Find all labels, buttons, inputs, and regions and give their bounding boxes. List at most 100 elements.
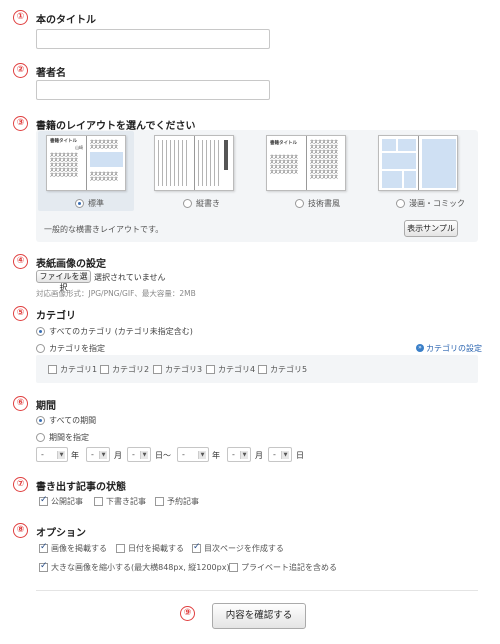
cover-hint: 対応画像形式：JPG/PNG/GIF、最大容量：2MB — [36, 289, 196, 298]
thumb-vertical-title — [224, 140, 228, 170]
thumb-title-technical: 書籍タイトル — [270, 141, 297, 146]
category-list-box: カテゴリ1 カテゴリ2 カテゴリ3 カテゴリ4 カテゴリ5 — [36, 355, 478, 383]
options-label: オプション — [36, 528, 86, 539]
thumb-sub: 山崎 — [75, 145, 83, 150]
shrink-images-label: 大きな画像を縮小する(最大横848px, 縦1200px) — [51, 563, 230, 572]
to-year-unit: 年 — [212, 451, 220, 460]
author-input[interactable] — [36, 80, 270, 100]
from-day-select[interactable]: - ▼ — [127, 447, 151, 462]
thumb-text-right: 文文文文文文文 文文文文文文文 — [90, 139, 118, 149]
thumb-image — [90, 152, 123, 167]
thumb-text-technical-left: 文文文文文文文 文文文文文文文 文文文文文文文 文文文文文文文 — [270, 154, 298, 174]
category-3-checkbox[interactable] — [153, 365, 162, 374]
thumb-text-technical-right: 文文文文文文文 文文文文文文文 文文文文文文文 文文文文文文文 文文文文文文文 … — [310, 139, 338, 179]
private-append-label: プライベート追記を含める — [241, 563, 337, 572]
panel-f — [422, 139, 456, 188]
category-all-radio[interactable] — [36, 327, 45, 336]
file-status: 選択されていません — [94, 273, 166, 282]
category-settings-link[interactable]: カテゴリの設定 — [426, 343, 482, 354]
step-badge-2: ② — [13, 63, 28, 78]
toc-label: 目次ページを作成する — [204, 544, 284, 553]
layout-label-comic: 漫画・コミック — [409, 199, 465, 208]
toc-checkbox[interactable] — [192, 542, 201, 553]
thumb-text-right-2: 文文文文文文文 文文文文文文文 — [90, 171, 118, 181]
category-5-label: カテゴリ5 — [270, 365, 308, 374]
category-2-checkbox[interactable] — [100, 365, 109, 374]
thumb-vertical-right — [198, 140, 220, 186]
published-checkbox[interactable] — [39, 495, 48, 506]
to-year-select[interactable]: - ▼ — [177, 447, 209, 462]
file-select-button[interactable]: ファイルを選択 — [36, 270, 91, 292]
author-label: 著者名 — [36, 68, 66, 79]
period-specify-radio[interactable] — [36, 433, 45, 442]
category-all-label: すべてのカテゴリ (カテゴリ未指定含む) — [49, 327, 193, 336]
period-all-radio[interactable] — [36, 416, 45, 425]
category-specify-label: カテゴリを指定 — [49, 344, 105, 353]
thumb-vertical-left — [158, 140, 190, 186]
scheduled-checkbox[interactable] — [155, 497, 164, 506]
layout-technical-thumbnail: 書籍タイトル 文文文文文文文 文文文文文文文 文文文文文文文 文文文文文文文 文… — [266, 135, 346, 191]
from-year-unit: 年 — [71, 451, 79, 460]
private-append-checkbox[interactable] — [229, 563, 238, 572]
from-month-select[interactable]: - ▼ — [86, 447, 110, 462]
draft-checkbox[interactable] — [94, 497, 103, 506]
category-5-checkbox[interactable] — [258, 365, 267, 374]
settings-link-icon[interactable]: » — [416, 344, 424, 352]
from-day-unit: 日～ — [155, 451, 171, 460]
sample-view-button[interactable]: 表示サンプル — [404, 220, 458, 237]
from-month-unit: 月 — [114, 451, 122, 460]
layout-radio-standard[interactable] — [75, 199, 84, 208]
to-day-unit: 日 — [296, 451, 304, 460]
layout-option-standard[interactable]: 書籍タイトル 山崎 文文文文文文文 文文文文文文文 文文文文文文文 文文文文文文… — [38, 131, 134, 211]
from-year-select[interactable]: - ▼ — [36, 447, 68, 462]
show-dates-checkbox[interactable] — [116, 544, 125, 553]
layout-label-standard: 標準 — [88, 199, 104, 208]
step-badge-6: ⑥ — [13, 396, 28, 411]
panel-c — [382, 153, 416, 169]
step-badge-8: ⑧ — [13, 523, 28, 538]
published-label: 公開記事 — [51, 497, 83, 506]
period-specify-label: 期間を指定 — [49, 433, 89, 442]
show-dates-label: 日付を掲載する — [128, 544, 184, 553]
category-2-label: カテゴリ2 — [112, 365, 150, 374]
to-month-unit: 月 — [255, 451, 263, 460]
scheduled-label: 予約記事 — [167, 497, 199, 506]
category-specify-radio[interactable] — [36, 344, 45, 353]
layout-label-vertical: 縦書き — [196, 199, 220, 208]
step-badge-9: ⑨ — [180, 606, 195, 621]
step-badge-4: ④ — [13, 254, 28, 269]
layout-radio-vertical[interactable] — [183, 199, 192, 208]
layout-vertical-thumbnail — [154, 135, 234, 191]
step-badge-1: ① — [13, 10, 28, 25]
period-label: 期間 — [36, 401, 56, 412]
category-label: カテゴリ — [36, 311, 76, 322]
layout-radio-technical[interactable] — [295, 199, 304, 208]
thumb-title: 書籍タイトル — [50, 139, 77, 144]
thumb-text-left: 文文文文文文文 文文文文文文文 文文文文文文文 文文文文文文文 文文文文文文文 — [50, 152, 78, 177]
category-4-checkbox[interactable] — [206, 365, 215, 374]
panel-a — [382, 139, 396, 151]
step-badge-7: ⑦ — [13, 477, 28, 492]
layout-radio-comic[interactable] — [396, 199, 405, 208]
post-state-label: 書き出す記事の状態 — [36, 482, 126, 493]
category-1-label: カテゴリ1 — [60, 365, 98, 374]
panel-e — [404, 171, 416, 188]
layout-option-technical[interactable]: 書籍タイトル 文文文文文文文 文文文文文文文 文文文文文文文 文文文文文文文 文… — [258, 131, 354, 211]
layout-option-vertical[interactable]: 縦書き — [146, 131, 242, 211]
category-1-checkbox[interactable] — [48, 365, 57, 374]
layout-comic-thumbnail — [378, 135, 458, 191]
show-images-checkbox[interactable] — [39, 542, 48, 553]
layout-description: 一般的な横書きレイアウトです。 — [44, 225, 164, 234]
to-month-select[interactable]: - ▼ — [227, 447, 251, 462]
book-title-input[interactable] — [36, 29, 270, 49]
confirm-button[interactable]: 内容を確認する — [212, 603, 306, 629]
divider — [36, 590, 478, 591]
book-title-label: 本のタイトル — [36, 15, 96, 26]
category-3-label: カテゴリ3 — [165, 365, 203, 374]
to-day-select[interactable]: - ▼ — [268, 447, 292, 462]
layout-option-comic[interactable]: 漫画・コミック — [370, 131, 466, 211]
panel-b — [398, 139, 416, 151]
shrink-images-checkbox[interactable] — [39, 561, 48, 572]
period-all-label: すべての期間 — [49, 416, 97, 425]
draft-label: 下書き記事 — [106, 497, 146, 506]
